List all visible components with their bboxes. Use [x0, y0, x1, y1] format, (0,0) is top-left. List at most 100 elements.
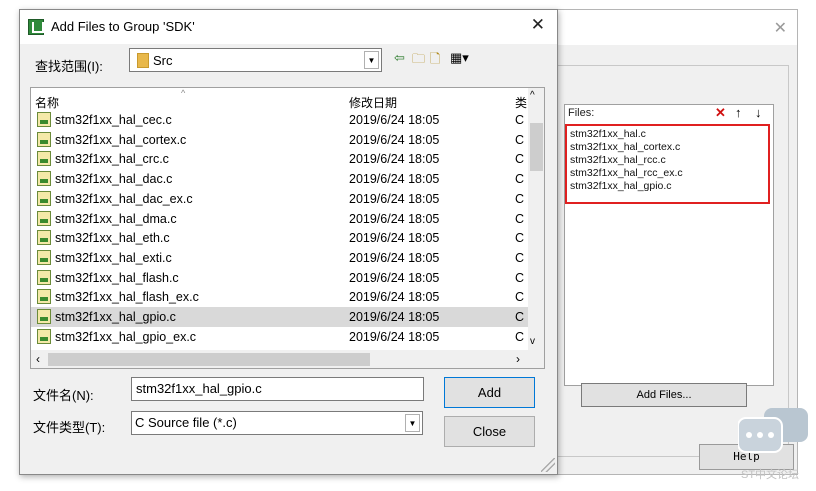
file-date: 2019/6/24 18:05 [349, 231, 440, 246]
file-date: 2019/6/24 18:05 [349, 250, 440, 265]
files-panel: Files: ✕ ↑ ↓ stm32f1xx_hal.c stm32f1xx_ha… [564, 104, 774, 386]
file-row[interactable]: stm32f1xx_hal_gpio.c 2019/6/24 18:05 C [31, 307, 528, 327]
c-file-icon [37, 190, 51, 206]
c-file-icon [37, 269, 51, 285]
look-in-select[interactable]: Src ▼ [129, 48, 382, 72]
file-type: C [515, 310, 525, 324]
c-file-icon [37, 289, 51, 305]
file-name: stm32f1xx_hal_flash_ex.c [55, 290, 199, 305]
file-type-label: 文件类型(T): [33, 420, 106, 435]
file-date: 2019/6/24 18:05 [349, 290, 440, 305]
file-row[interactable]: stm32f1xx_hal_exti.c 2019/6/24 18:05 C [31, 248, 528, 268]
sort-up-icon: ^ [181, 88, 186, 98]
file-type: C [515, 231, 525, 246]
titlebar: Add Files to Group 'SDK' ✕ [20, 10, 557, 44]
look-in-value: Src [153, 53, 173, 68]
file-row[interactable]: stm32f1xx_hal_cortex.c 2019/6/24 18:05 C [31, 130, 528, 150]
resize-grip-icon[interactable] [541, 458, 555, 472]
c-file-icon [37, 151, 51, 167]
file-row[interactable]: stm32f1xx_hal_flash_ex.c 2019/6/24 18:05 C [31, 287, 528, 307]
file-type: C [515, 211, 525, 226]
group-file-item[interactable]: stm32f1xx_hal.c [570, 128, 765, 141]
file-row[interactable]: stm32f1xx_hal_crc.c 2019/6/24 18:05 C [31, 149, 528, 169]
dialog-title: Add Files to Group 'SDK' [51, 19, 195, 34]
scroll-down-icon[interactable]: v [530, 336, 535, 347]
file-name: stm32f1xx_hal_gpio.c [55, 310, 176, 324]
file-row[interactable]: stm32f1xx_hal_dma.c 2019/6/24 18:05 C [31, 209, 528, 229]
file-name: stm32f1xx_hal_dma.c [55, 211, 177, 226]
file-name-label: 文件名(N): [33, 388, 94, 403]
file-type: C [515, 270, 525, 285]
chevron-down-icon[interactable]: ▼ [364, 51, 379, 69]
add-files-button[interactable]: Add Files... [581, 383, 747, 407]
file-type: C [515, 290, 525, 305]
file-type: C [515, 191, 525, 206]
horizontal-scrollbar[interactable]: ‹ › [31, 350, 544, 368]
vertical-scrollbar[interactable]: ^ v [528, 88, 544, 350]
file-type: C [515, 172, 525, 187]
file-list: 名称 ^ 修改日期 类 stm32f1xx_hal_cec.c 2019/6/24… [30, 87, 545, 369]
new-folder-icon[interactable]: 🗋 [430, 50, 440, 72]
file-date: 2019/6/24 18:05 [349, 310, 440, 324]
look-in-label: 查找范围(I): [35, 59, 103, 74]
close-button[interactable]: ✕ [531, 15, 545, 35]
file-name: stm32f1xx_hal_exti.c [55, 250, 172, 265]
column-name[interactable]: 名称 [35, 94, 59, 111]
file-name: stm32f1xx_hal_crc.c [55, 152, 169, 167]
view-menu-icon[interactable]: ▦▾ [450, 50, 469, 66]
c-file-icon [37, 210, 51, 226]
group-file-item[interactable]: stm32f1xx_hal_cortex.c [570, 141, 765, 154]
group-file-item[interactable]: stm32f1xx_hal_gpio.c [570, 180, 765, 193]
c-file-icon [37, 131, 51, 147]
horizontal-scroll-thumb[interactable] [48, 353, 370, 366]
file-name: stm32f1xx_hal_eth.c [55, 231, 170, 246]
file-row[interactable]: stm32f1xx_hal_eth.c 2019/6/24 18:05 C [31, 228, 528, 248]
file-row[interactable]: stm32f1xx_hal_gpio_ex.c 2019/6/24 18:05 C [31, 327, 528, 347]
c-file-icon [37, 171, 51, 187]
scroll-up-icon[interactable]: ^ [530, 90, 535, 101]
app-icon [28, 19, 44, 35]
column-type[interactable]: 类 [515, 94, 527, 111]
add-button[interactable]: Add [444, 377, 535, 408]
file-type: C [515, 113, 525, 127]
back-arrow-icon[interactable]: ⇦ [394, 50, 405, 66]
forum-logo-icon [738, 408, 808, 453]
file-row[interactable]: stm32f1xx_hal_dac_ex.c 2019/6/24 18:05 C [31, 189, 528, 209]
c-file-icon [37, 249, 51, 265]
scroll-left-icon[interactable]: ‹ [36, 352, 40, 366]
files-label: Files: [568, 107, 595, 119]
column-date[interactable]: 修改日期 [349, 94, 397, 111]
close-dialog-button[interactable]: Close [444, 416, 535, 447]
move-up-icon[interactable]: ↑ [735, 105, 742, 120]
group-files-list: stm32f1xx_hal.c stm32f1xx_hal_cortex.c stm… [565, 124, 770, 204]
file-name-input[interactable]: stm32f1xx_hal_gpio.c [131, 377, 424, 401]
c-file-icon [37, 309, 51, 324]
vertical-scroll-thumb[interactable] [530, 123, 543, 171]
file-row[interactable]: stm32f1xx_hal_cec.c 2019/6/24 18:05 C [31, 110, 528, 130]
group-file-item[interactable]: stm32f1xx_hal_rcc_ex.c [570, 167, 765, 180]
file-type: C [515, 329, 525, 344]
chevron-down-icon[interactable]: ▼ [405, 414, 420, 432]
move-down-icon[interactable]: ↓ [755, 105, 762, 120]
file-row[interactable]: stm32f1xx_hal_dac.c 2019/6/24 18:05 C [31, 169, 528, 189]
file-type-select[interactable]: C Source file (*.c) ▼ [131, 411, 423, 435]
file-row[interactable]: stm32f1xx_hal_flash.c 2019/6/24 18:05 C [31, 268, 528, 288]
file-name: stm32f1xx_hal_flash.c [55, 270, 179, 285]
bg-close-button[interactable]: ✕ [774, 18, 787, 38]
file-date: 2019/6/24 18:05 [349, 172, 440, 187]
folder-icon [137, 53, 149, 68]
file-type: C [515, 132, 525, 147]
group-file-item[interactable]: stm32f1xx_hal_rcc.c [570, 154, 765, 167]
file-name: stm32f1xx_hal_dac.c [55, 172, 173, 187]
file-type: C [515, 152, 525, 167]
delete-icon[interactable]: ✕ [715, 105, 726, 120]
file-name: stm32f1xx_hal_cec.c [55, 113, 172, 127]
file-date: 2019/6/24 18:05 [349, 270, 440, 285]
file-date: 2019/6/24 18:05 [349, 113, 440, 127]
file-date: 2019/6/24 18:05 [349, 329, 440, 344]
up-folder-icon[interactable]: 🗀 [412, 50, 425, 72]
file-date: 2019/6/24 18:05 [349, 132, 440, 147]
file-date: 2019/6/24 18:05 [349, 152, 440, 167]
file-type-value: C Source file (*.c) [135, 415, 237, 430]
scroll-right-icon[interactable]: › [516, 352, 520, 366]
